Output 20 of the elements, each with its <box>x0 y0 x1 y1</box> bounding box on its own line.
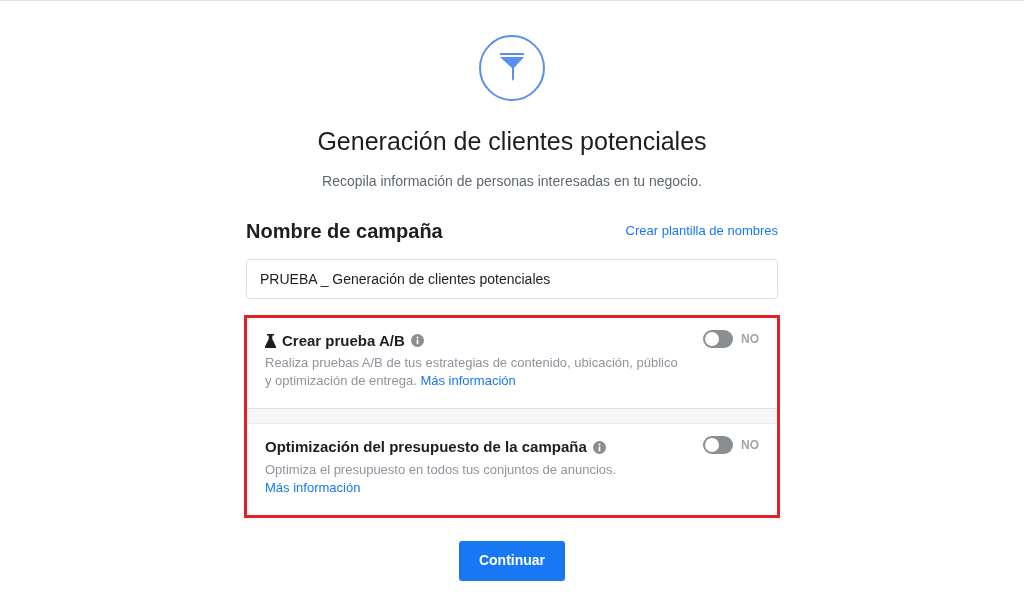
continue-button[interactable]: Continuar <box>459 540 565 581</box>
page-title: Generación de clientes potenciales <box>317 126 707 157</box>
template-link[interactable]: Crear plantilla de nombres <box>625 220 778 241</box>
more-info-link[interactable]: Más información <box>420 373 516 388</box>
option-description: Realiza pruebas A/B de tus estrategias de contenido, ubicación, público y optimización de entrega. Más información <box>265 354 679 390</box>
option-title: Crear prueba A/B <box>282 330 405 351</box>
info-icon[interactable] <box>592 440 606 454</box>
option-description: Optimiza el presupuesto en todos tus conjuntos de anuncios. Más información <box>265 460 618 497</box>
funnel-icon <box>479 35 545 101</box>
page-subtitle: Recopila información de personas interesadas en tu negocio. <box>322 171 702 191</box>
more-info-link[interactable]: Más información <box>265 479 361 495</box>
toggle-label: NO <box>741 437 759 454</box>
campaign-name-field[interactable]: PRUEBA _ Generación de clientes potenciales <box>246 258 778 299</box>
toggle-label: NO <box>741 330 759 348</box>
toggle-switch[interactable] <box>703 329 733 348</box>
section-heading: Nombre de campaña <box>246 218 443 244</box>
toggle-switch[interactable] <box>703 436 733 454</box>
option-title: Optimización del presupuesto de la campaña <box>265 437 587 457</box>
info-icon[interactable] <box>410 334 424 348</box>
flask-icon <box>265 333 276 348</box>
